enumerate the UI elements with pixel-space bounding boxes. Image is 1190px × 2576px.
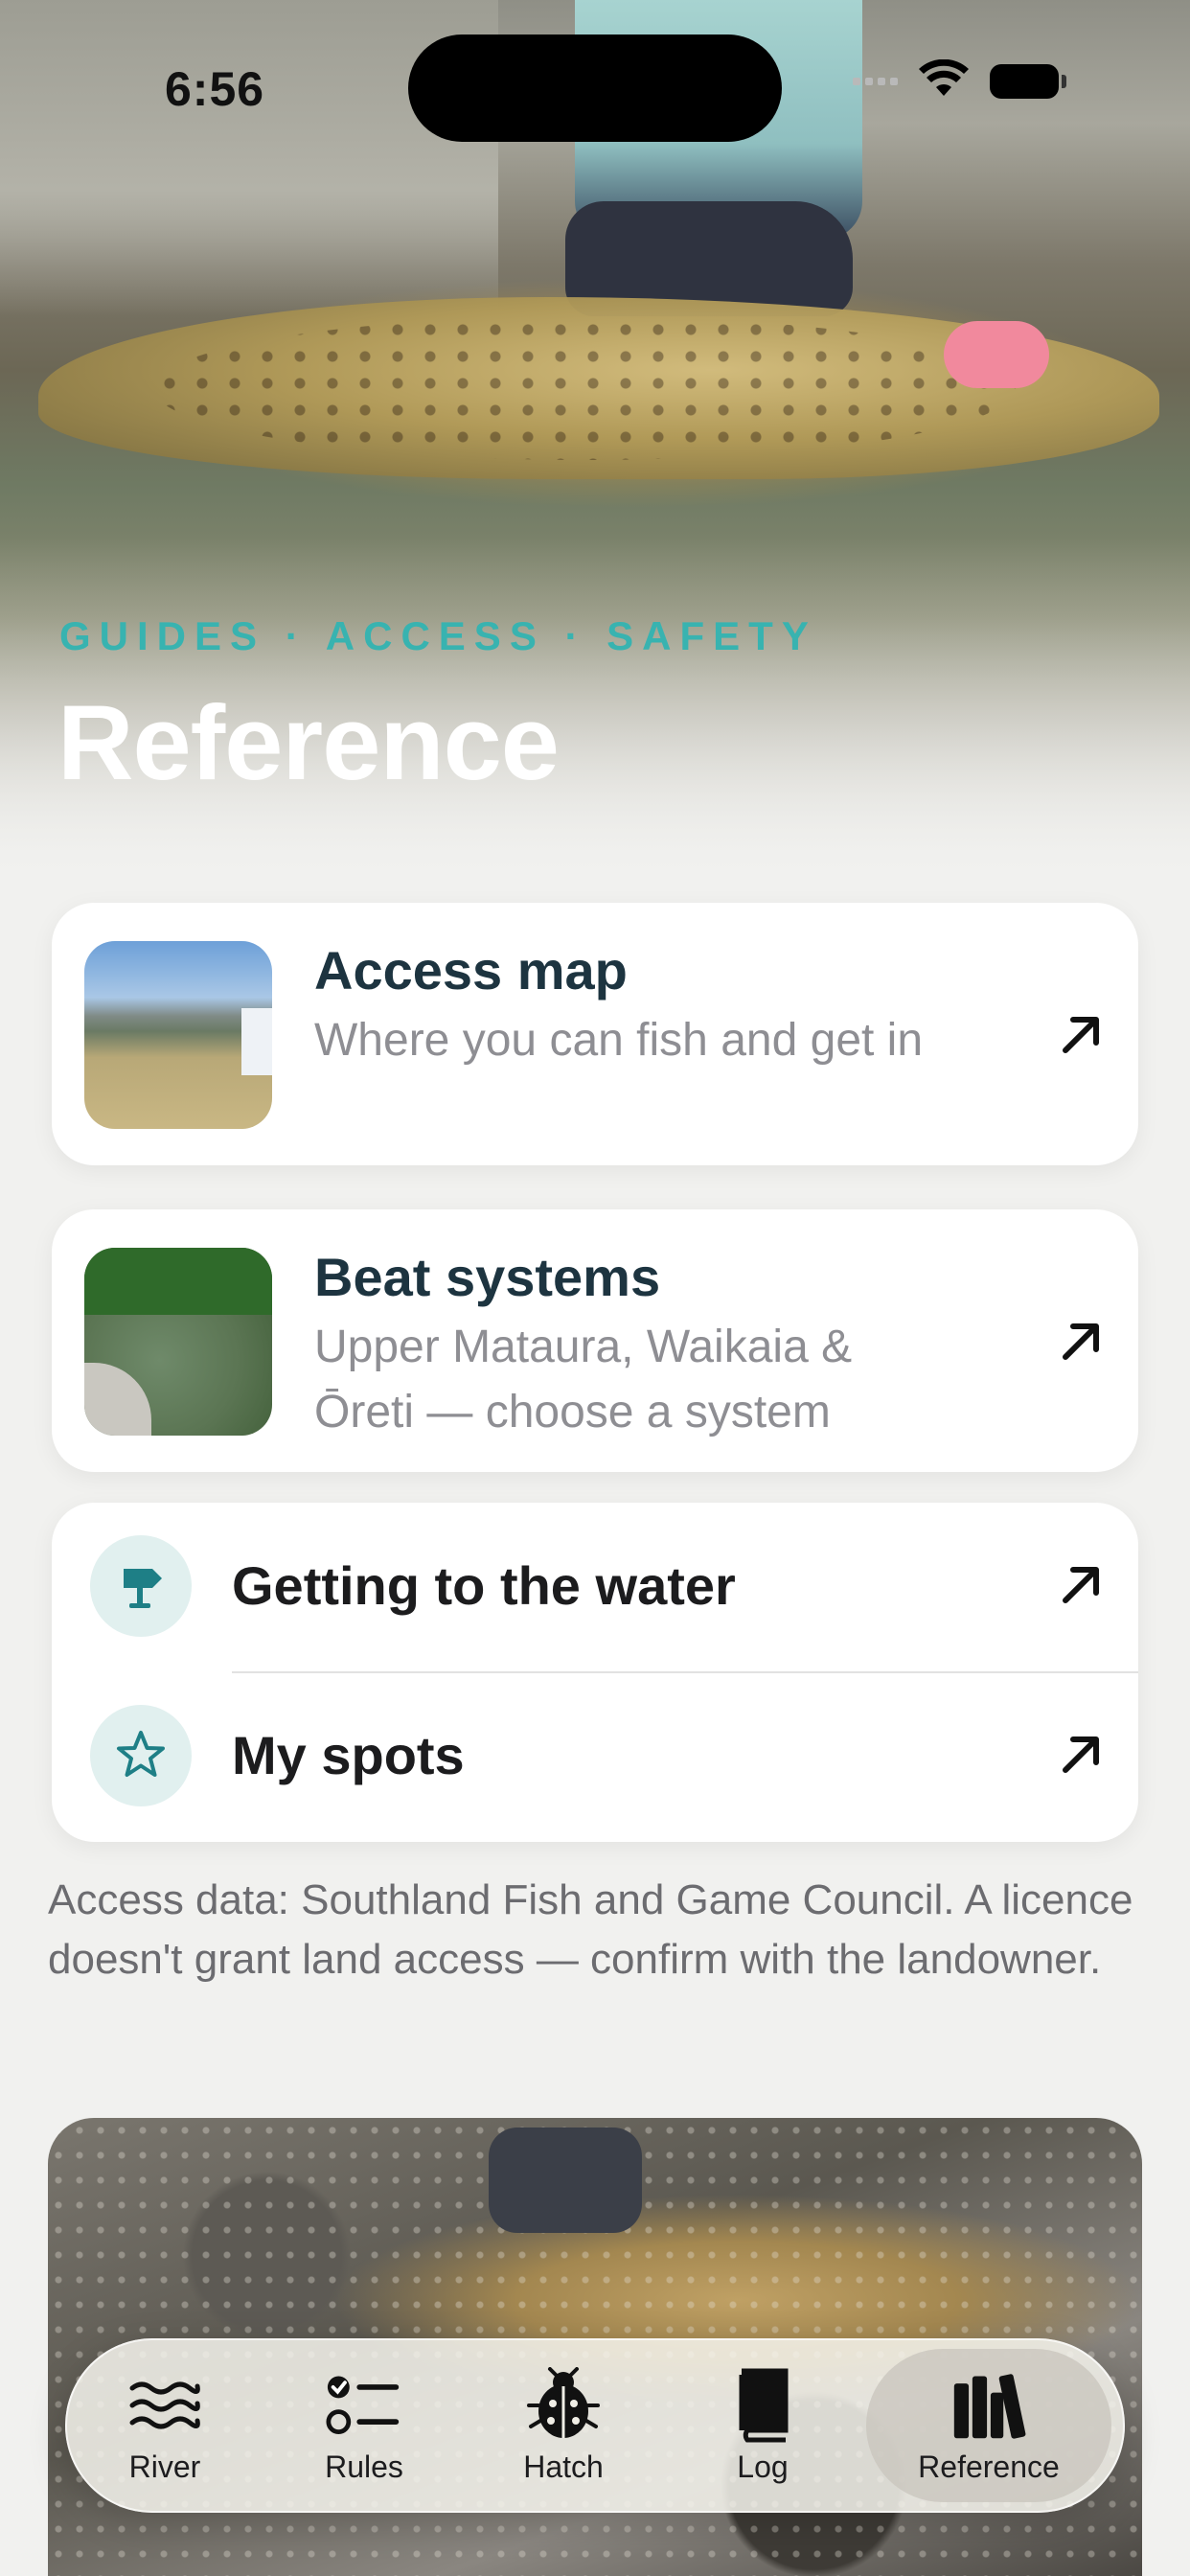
status-icons	[853, 58, 1066, 103]
dynamic-island	[408, 34, 782, 142]
row-label: Getting to the water	[232, 1555, 736, 1616]
star-icon	[90, 1705, 192, 1806]
cellular-icon	[853, 77, 898, 85]
access-map-thumbnail	[84, 941, 272, 1129]
tab-label: Hatch	[523, 2449, 604, 2484]
signpost-icon	[90, 1535, 192, 1637]
card-subtitle: Where you can fish and get in	[314, 1015, 924, 1066]
tab-label: Reference	[918, 2449, 1060, 2484]
arrow-up-right-icon	[1054, 1315, 1108, 1368]
tab-label: River	[128, 2449, 201, 2484]
page-title: Reference	[57, 684, 560, 802]
list-item-my-spots[interactable]: My spots	[52, 1672, 1138, 1842]
tab-river[interactable]: River	[65, 2338, 264, 2513]
tab-log[interactable]: Log	[663, 2338, 862, 2513]
book-icon	[724, 2367, 801, 2444]
arrow-up-right-icon	[1054, 1008, 1108, 1062]
status-time: 6:56	[165, 62, 265, 116]
card-title: Access map	[314, 940, 628, 1000]
access-map-card[interactable]: Access map Where you can fish and get in	[52, 903, 1138, 1165]
checklist-icon	[326, 2367, 402, 2444]
row-label: My spots	[232, 1725, 465, 1785]
battery-icon	[990, 63, 1066, 99]
beat-systems-card[interactable]: Beat systems Upper Mataura, Waikaia & Ōr…	[52, 1209, 1138, 1472]
list-item-getting-to-the-water[interactable]: Getting to the water	[52, 1503, 1138, 1673]
links-list-card: Getting to the water My spots	[52, 1503, 1138, 1842]
tab-rules[interactable]: Rules	[264, 2338, 464, 2513]
tab-label: Rules	[325, 2449, 403, 2484]
waves-icon	[126, 2367, 203, 2444]
arrow-up-right-icon	[1054, 1728, 1108, 1782]
card-subtitle: Upper Mataura, Waikaia & Ōreti — choose …	[314, 1322, 853, 1438]
card-title: Beat systems	[314, 1247, 661, 1307]
tab-reference[interactable]: Reference	[866, 2349, 1111, 2502]
hero-eyebrow: GUIDES · ACCESS · SAFETY	[59, 613, 817, 658]
tab-label: Log	[737, 2449, 789, 2484]
tab-bar: River Rules Hatch Log Reference	[65, 2338, 1125, 2513]
beat-systems-thumbnail	[84, 1248, 272, 1436]
tab-hatch[interactable]: Hatch	[464, 2338, 663, 2513]
arrow-up-right-icon	[1054, 1558, 1108, 1612]
ladybug-icon	[525, 2366, 602, 2444]
access-note: Access data: Southland Fish and Game Cou…	[48, 1876, 1133, 1983]
books-icon	[950, 2367, 1027, 2444]
wifi-icon	[919, 58, 969, 103]
